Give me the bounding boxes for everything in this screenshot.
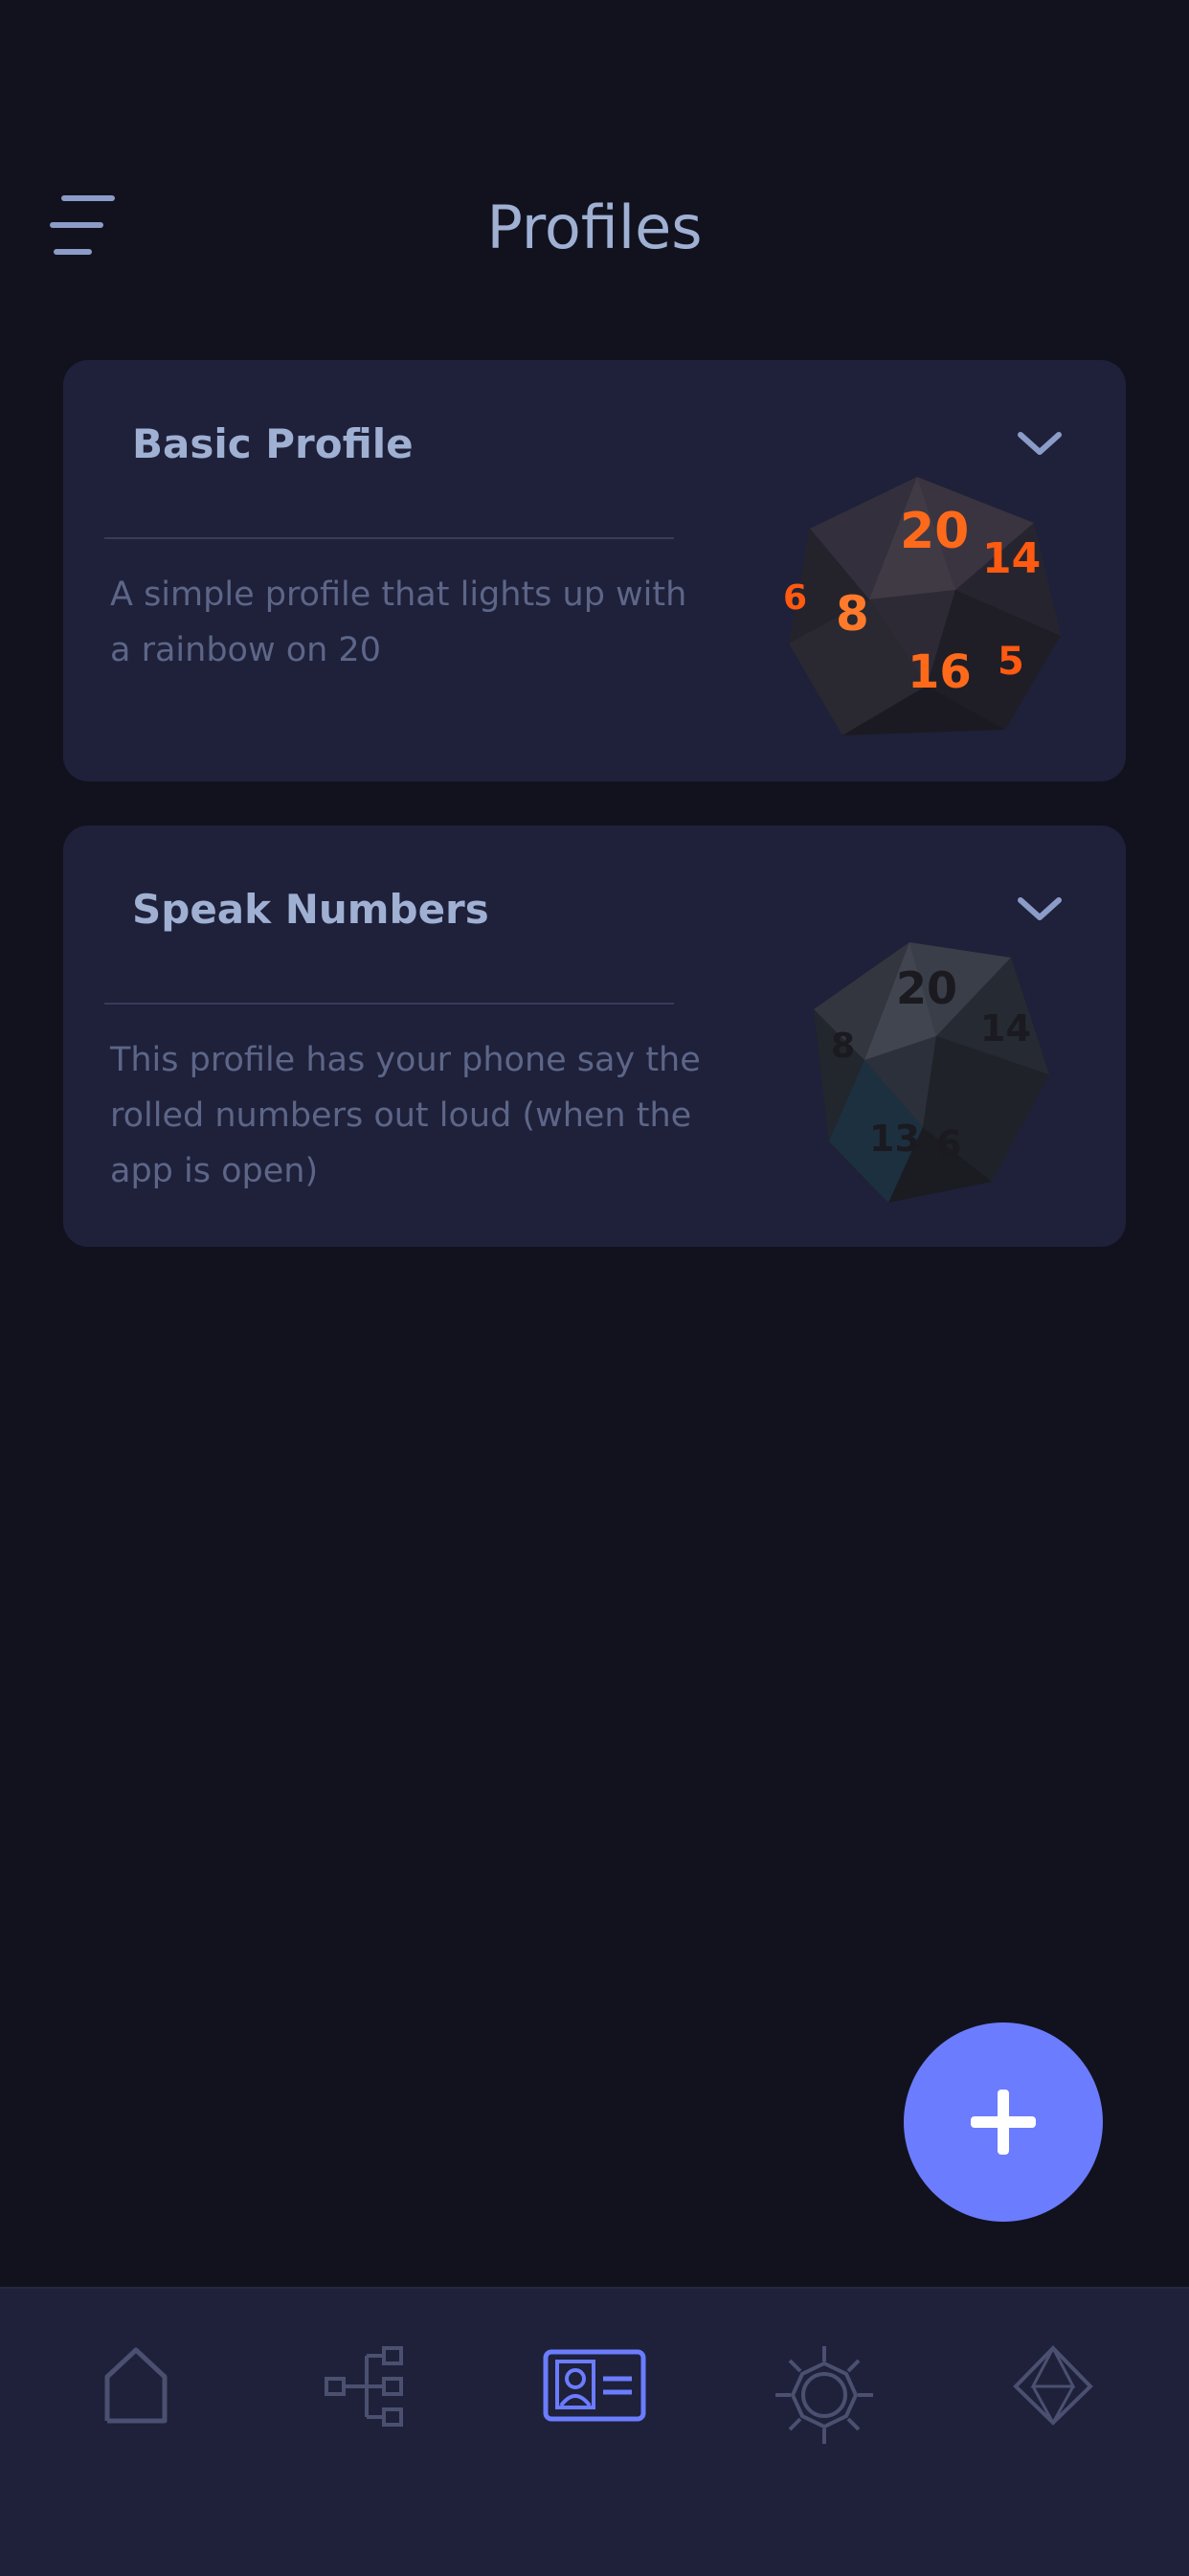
profile-title: Basic Profile (132, 420, 414, 467)
svg-text:5: 5 (998, 640, 1024, 684)
nav-structure[interactable] (289, 2342, 442, 2486)
profile-card-basic[interactable]: Basic Profile A simple profile that ligh… (63, 360, 1126, 781)
bottom-navigation (0, 2287, 1189, 2576)
card-divider (104, 537, 674, 539)
svg-text:14: 14 (982, 534, 1041, 583)
svg-text:8: 8 (836, 586, 869, 642)
glowing-d20-die-icon: 20 8 14 16 5 6 (783, 477, 1061, 735)
svg-text:14: 14 (980, 1007, 1031, 1050)
chevron-down-icon (1018, 432, 1062, 455)
svg-text:8: 8 (831, 1027, 855, 1066)
dark-d20-die-icon: 20 14 8 13 6 (814, 942, 1049, 1203)
profile-card-icon (543, 2349, 646, 2422)
profile-description: A simple profile that lights up with a r… (110, 576, 687, 669)
profile-card-speak-numbers[interactable]: Speak Numbers This profile has your phon… (63, 825, 1126, 1247)
nav-settings[interactable] (748, 2342, 901, 2486)
d20-icon (1013, 2344, 1093, 2426)
svg-text:6: 6 (783, 578, 807, 618)
plus-icon (971, 2090, 1036, 2155)
home-icon (104, 2347, 168, 2424)
nav-home[interactable] (59, 2342, 213, 2486)
card-divider (104, 1003, 674, 1005)
nav-profiles[interactable] (518, 2342, 671, 2486)
profile-description: This profile has your phone say the roll… (110, 1041, 701, 1190)
svg-text:20: 20 (896, 962, 957, 1014)
chevron-down-icon (1018, 897, 1062, 920)
page-title: Profiles (486, 192, 703, 262)
nav-dice[interactable] (976, 2342, 1130, 2486)
svg-text:13: 13 (869, 1118, 920, 1160)
expand-button[interactable] (1011, 423, 1068, 462)
svg-text:6: 6 (936, 1123, 961, 1165)
tree-structure-icon (325, 2346, 403, 2427)
svg-text:20: 20 (900, 503, 969, 560)
svg-text:16: 16 (908, 645, 972, 699)
expand-button[interactable] (1011, 889, 1068, 927)
profile-title: Speak Numbers (132, 886, 489, 933)
app-header: Profiles (0, 0, 1189, 326)
gear-sun-icon (775, 2346, 873, 2444)
add-profile-button[interactable] (904, 2022, 1103, 2222)
